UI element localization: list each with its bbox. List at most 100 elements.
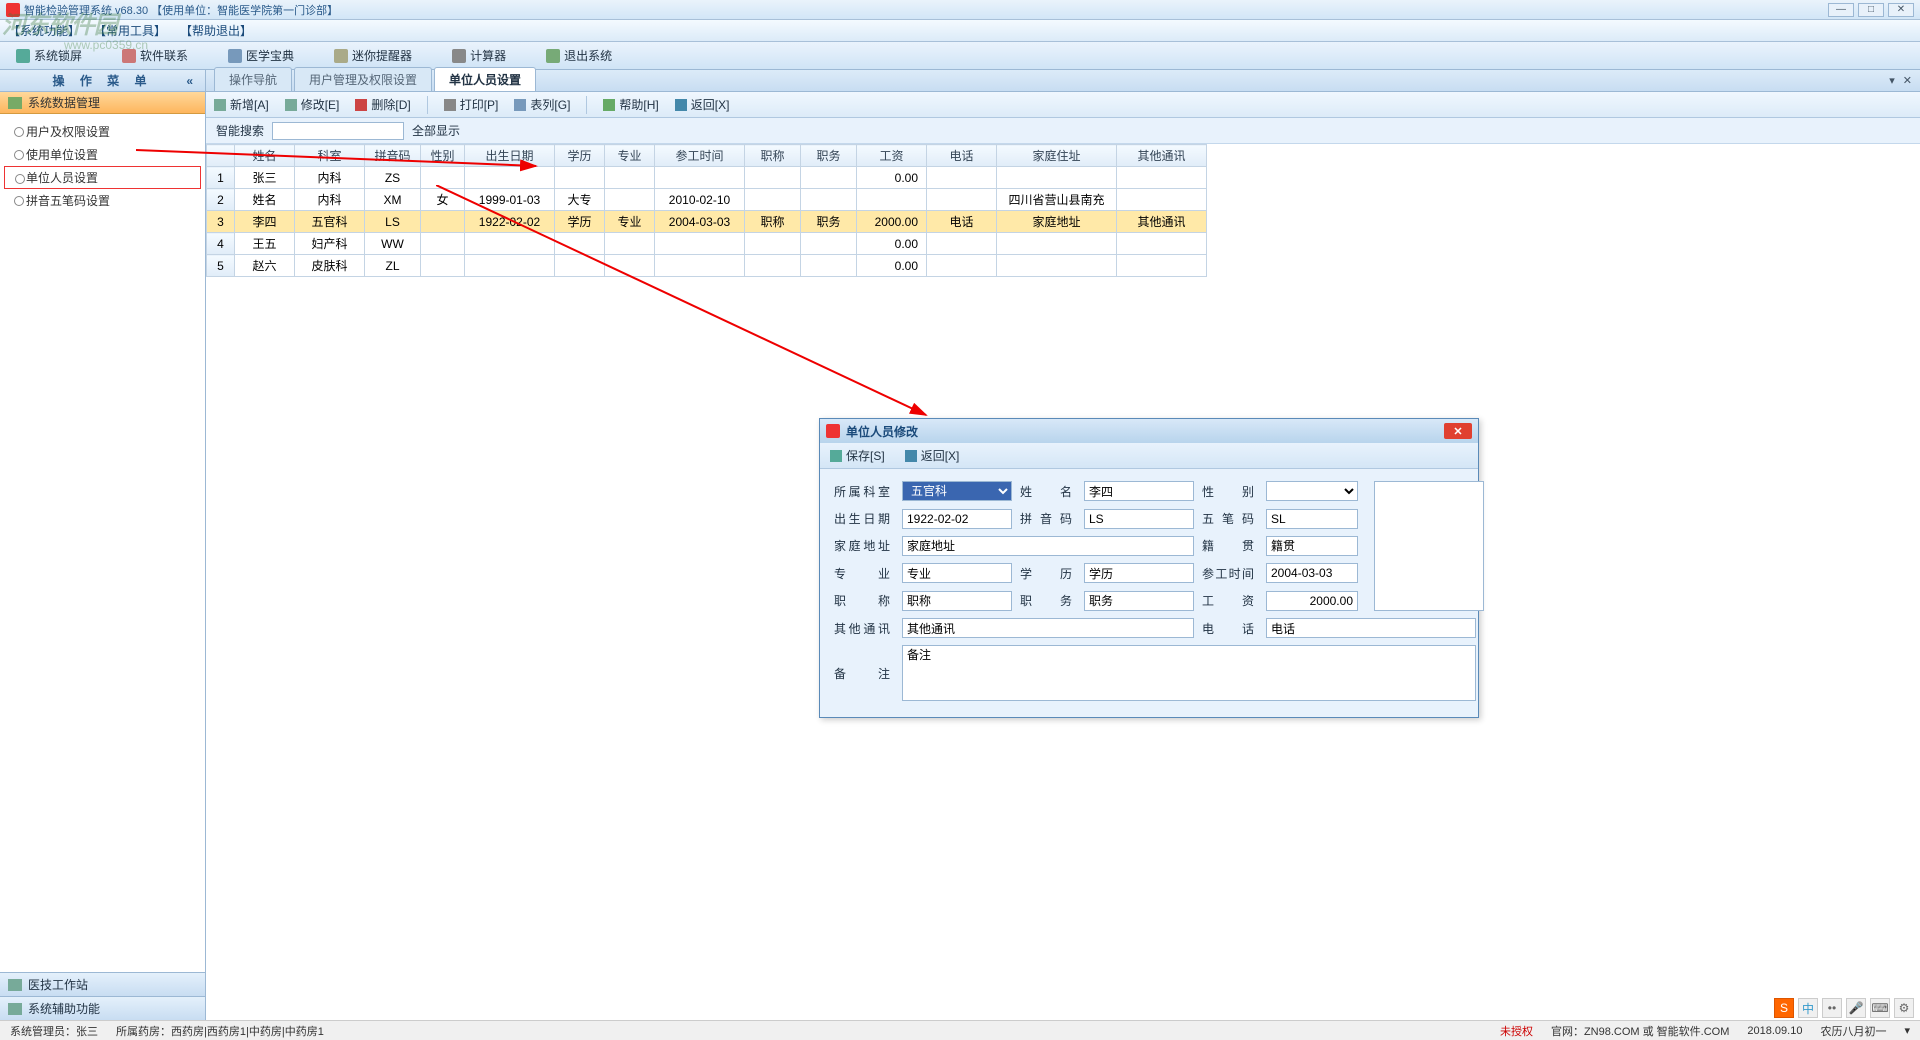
col-header[interactable]: 职称 — [745, 145, 801, 167]
field-tel[interactable] — [1266, 618, 1476, 638]
ime-mic-icon[interactable]: 🎤 — [1846, 998, 1866, 1018]
tab-navigation[interactable]: 操作导航 — [214, 67, 292, 91]
menu-tools[interactable]: 【常用工具】 — [94, 22, 166, 39]
btn-columns[interactable]: 表列[G] — [514, 96, 570, 113]
sidebar-collapse-icon[interactable]: « — [186, 74, 199, 88]
field-salary[interactable] — [1266, 591, 1358, 611]
sidebar-section-sysdata[interactable]: 系统数据管理 — [0, 92, 205, 114]
book-icon — [228, 49, 242, 63]
field-name[interactable] — [1084, 481, 1194, 501]
field-sex[interactable] — [1266, 481, 1358, 501]
dialog-save-button[interactable]: 保存[S] — [830, 447, 885, 464]
menu-help[interactable]: 【帮助退出】 — [180, 22, 252, 39]
search-input[interactable] — [272, 122, 404, 140]
table-row[interactable]: 5赵六皮肤科ZL0.00 — [207, 255, 1207, 277]
col-header[interactable]: 专业 — [605, 145, 655, 167]
col-header[interactable]: 性别 — [421, 145, 465, 167]
col-header[interactable]: 姓名 — [235, 145, 295, 167]
dialog-close-button[interactable]: ✕ — [1444, 423, 1472, 439]
status-bar: 系统管理员：张三 所属药房：西药房|西药房1|中药房|中药房1 未授权 官网：Z… — [0, 1020, 1920, 1040]
toolbar-contact[interactable]: 软件联系 — [116, 45, 194, 66]
field-py[interactable] — [1084, 509, 1194, 529]
tree-item-units[interactable]: 使用单位设置 — [4, 143, 201, 166]
ime-settings-icon[interactable]: ⚙ — [1894, 998, 1914, 1018]
col-header[interactable]: 其他通讯 — [1117, 145, 1207, 167]
col-header[interactable]: 职务 — [801, 145, 857, 167]
toolbar-medical[interactable]: 医学宝典 — [222, 45, 300, 66]
col-header[interactable]: 出生日期 — [465, 145, 555, 167]
tree-item-personnel[interactable]: 单位人员设置 — [4, 166, 201, 189]
field-edu[interactable] — [1084, 563, 1194, 583]
maximize-button[interactable]: □ — [1858, 3, 1884, 17]
table-cell: 内科 — [295, 189, 365, 211]
table-cell: 4 — [207, 233, 235, 255]
dialog-return-button[interactable]: 返回[X] — [905, 447, 960, 464]
btn-add[interactable]: 新增[A] — [214, 96, 269, 113]
tab-personnel[interactable]: 单位人员设置 — [434, 67, 536, 91]
col-header[interactable]: 家庭住址 — [997, 145, 1117, 167]
col-header[interactable]: 工资 — [857, 145, 927, 167]
field-native[interactable] — [1266, 536, 1358, 556]
field-remark[interactable] — [902, 645, 1476, 701]
col-header[interactable]: 拼音码 — [365, 145, 421, 167]
ime-cn-icon[interactable]: 中 — [1798, 998, 1818, 1018]
dialog-titlebar[interactable]: 单位人员修改 ✕ — [820, 419, 1478, 443]
delete-icon — [355, 99, 367, 111]
sidebar-aux[interactable]: 系统辅助功能 — [0, 996, 205, 1020]
col-header[interactable]: 学历 — [555, 145, 605, 167]
field-other[interactable] — [902, 618, 1194, 638]
tab-dropdown-icon[interactable]: ▾ — [1889, 74, 1895, 87]
btn-return[interactable]: 返回[X] — [675, 96, 730, 113]
table-row[interactable]: 4王五妇产科WW0.00 — [207, 233, 1207, 255]
main-toolbar: 系统锁屏 软件联系 医学宝典 迷你提醒器 计算器 退出系统 — [0, 42, 1920, 70]
minimize-button[interactable]: — — [1828, 3, 1854, 17]
table-row[interactable]: 3李四五官科LS1922-02-02学历专业2004-03-03职称职务2000… — [207, 211, 1207, 233]
ime-punct-icon[interactable]: •• — [1822, 998, 1842, 1018]
close-button[interactable]: ✕ — [1888, 3, 1914, 17]
table-cell: 0.00 — [857, 233, 927, 255]
field-wb[interactable] — [1266, 509, 1358, 529]
tab-close-icon[interactable]: ✕ — [1903, 74, 1912, 87]
field-work[interactable] — [1266, 563, 1358, 583]
col-header[interactable]: 科室 — [295, 145, 365, 167]
toolbar-reminder[interactable]: 迷你提醒器 — [328, 45, 418, 66]
btn-print[interactable]: 打印[P] — [444, 96, 499, 113]
menu-system[interactable]: 【系统功能】 — [8, 22, 80, 39]
btn-delete[interactable]: 删除[D] — [355, 96, 410, 113]
table-cell — [857, 189, 927, 211]
table-cell: 3 — [207, 211, 235, 233]
sidebar-medical-station[interactable]: 医技工作站 — [0, 972, 205, 996]
status-dropdown-icon[interactable]: ▾ — [1904, 1024, 1910, 1037]
btn-edit[interactable]: 修改[E] — [285, 96, 340, 113]
field-spec[interactable] — [902, 563, 1012, 583]
toolbar-calc[interactable]: 计算器 — [446, 45, 512, 66]
btn-help[interactable]: 帮助[H] — [603, 96, 658, 113]
field-addr[interactable] — [902, 536, 1194, 556]
table-cell: 其他通讯 — [1117, 211, 1207, 233]
ime-sogou-icon[interactable]: S — [1774, 998, 1794, 1018]
table-cell — [655, 233, 745, 255]
field-dept[interactable]: 五官科 — [902, 481, 1012, 501]
table-cell — [927, 167, 997, 189]
tree-item-pinyin[interactable]: 拼音五笔码设置 — [4, 189, 201, 212]
field-birth[interactable] — [902, 509, 1012, 529]
show-all-link[interactable]: 全部显示 — [412, 122, 460, 139]
col-header[interactable]: 电话 — [927, 145, 997, 167]
toolbar-exit[interactable]: 退出系统 — [540, 45, 618, 66]
table-cell: 妇产科 — [295, 233, 365, 255]
toolbar-lock[interactable]: 系统锁屏 — [10, 45, 88, 66]
field-duty[interactable] — [1084, 591, 1194, 611]
col-header[interactable]: 参工时间 — [655, 145, 745, 167]
table-row[interactable]: 1张三内科ZS0.00 — [207, 167, 1207, 189]
tree-item-users[interactable]: 用户及权限设置 — [4, 120, 201, 143]
table-cell: ZS — [365, 167, 421, 189]
table-cell — [745, 189, 801, 211]
col-header[interactable] — [207, 145, 235, 167]
table-row[interactable]: 2姓名内科XM女1999-01-03大专2010-02-10四川省营山县南充 — [207, 189, 1207, 211]
table-cell — [421, 233, 465, 255]
lbl-birth: 出生日期 — [834, 510, 894, 527]
field-title[interactable] — [902, 591, 1012, 611]
tab-user-mgmt[interactable]: 用户管理及权限设置 — [294, 67, 432, 91]
ime-keyboard-icon[interactable]: ⌨ — [1870, 998, 1890, 1018]
photo-placeholder[interactable] — [1374, 481, 1484, 611]
